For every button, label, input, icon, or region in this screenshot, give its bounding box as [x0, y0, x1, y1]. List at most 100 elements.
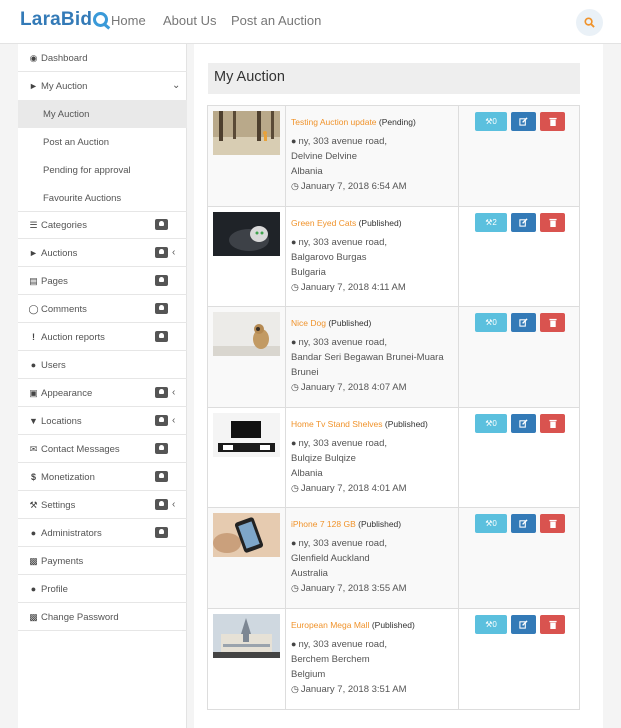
sidebar-item-categories[interactable]: ☰ Categories: [18, 211, 187, 239]
chevron-left-icon: ‹: [172, 387, 176, 398]
users-icon: ●: [30, 360, 37, 370]
auction-title-link[interactable]: iPhone 7 128 GB: [291, 519, 356, 529]
map-marker-icon: ●: [291, 136, 297, 146]
auction-thumbnail[interactable]: [213, 412, 280, 457]
clock-icon: ◷: [291, 482, 299, 493]
auction-thumbnail[interactable]: [213, 312, 280, 356]
sidebar-item-users[interactable]: ● Users: [18, 351, 187, 379]
auction-thumbnail[interactable]: [213, 513, 280, 557]
sidebar-item-dashboard[interactable]: ◉ Dashboard: [18, 44, 187, 72]
nav-post-auction[interactable]: Post an Auction: [231, 13, 321, 28]
megaphone-icon: ►: [29, 81, 38, 91]
bids-button[interactable]: ⚒0: [475, 112, 507, 131]
main-content: My Auction Testing Auction update (Pendi…: [194, 44, 603, 728]
actions-cell: ⚒2: [459, 207, 580, 307]
bids-button[interactable]: ⚒0: [475, 614, 507, 634]
sidebar-item-monetization[interactable]: $ Monetization: [18, 463, 187, 491]
tv-stand-image: [213, 412, 280, 457]
sidebar-item-my-auction[interactable]: ► My Auction ⌄: [18, 72, 187, 100]
auction-thumbnail[interactable]: [213, 111, 280, 155]
sidebar-item-contact-messages[interactable]: ✉ Contact Messages: [18, 435, 187, 463]
bids-button[interactable]: ⚒2: [475, 212, 507, 232]
clock-icon: ◷: [291, 683, 299, 694]
delete-button[interactable]: [540, 614, 565, 634]
nav-home[interactable]: Home: [111, 13, 146, 28]
edit-button[interactable]: [511, 112, 536, 131]
file-icon: ▤: [29, 276, 38, 286]
top-navbar: LaraBid Home About Us Post an Auction: [0, 0, 621, 44]
trash-icon: [548, 620, 557, 629]
edit-button[interactable]: [511, 413, 536, 433]
delete-button[interactable]: [540, 112, 565, 131]
sidebar-subitem-favourites[interactable]: Favourite Auctions: [18, 184, 187, 212]
sidebar-subitem-post-auction[interactable]: Post an Auction: [18, 128, 187, 156]
delete-button[interactable]: [540, 514, 565, 533]
sidebar-item-appearance[interactable]: ▣ Appearance ‹: [18, 379, 187, 407]
sidebar-item-comments[interactable]: ◯ Comments: [18, 295, 187, 323]
sidebar-item-profile[interactable]: ● Profile: [18, 575, 187, 603]
bids-button[interactable]: ⚒0: [475, 514, 507, 533]
actions-cell: ⚒0: [459, 106, 580, 206]
auction-info: Green Eyed Cats (Published) ● ny, 303 ave…: [286, 206, 459, 306]
comment-icon: ◯: [28, 304, 39, 314]
map-marker-icon: ●: [291, 236, 297, 247]
auctions-table: Testing Auction update (Pending) ● ny, 30…: [207, 105, 580, 710]
clock-icon: ◷: [291, 583, 299, 593]
thumbnail-cell: [208, 508, 286, 608]
bids-button[interactable]: ⚒0: [475, 413, 507, 433]
bids-button[interactable]: ⚒0: [475, 313, 507, 332]
dollar-icon: $: [30, 472, 36, 482]
table-row: Green Eyed Cats (Published) ● ny, 303 ave…: [208, 206, 580, 307]
user-badge-icon: [155, 471, 168, 482]
page-title: My Auction: [208, 63, 580, 94]
dashboard-icon: ◉: [29, 53, 38, 63]
edit-icon: [519, 419, 528, 428]
auction-info: Home Tv Stand Shelves (Published) ● ny, 3…: [286, 407, 459, 507]
sidebar-subitem-pending[interactable]: Pending for approval: [18, 156, 187, 184]
sidebar-item-payments[interactable]: ▩ Payments: [18, 547, 187, 575]
cat-image: [213, 211, 280, 256]
edit-button[interactable]: [511, 313, 536, 332]
brand-logo[interactable]: LaraBid: [20, 9, 109, 31]
actions-cell: ⚒0: [459, 307, 580, 407]
status-badge: (Published): [384, 418, 428, 429]
status-badge: (Published): [371, 619, 415, 630]
auction-title-link[interactable]: Testing Auction update: [291, 117, 377, 127]
delete-button[interactable]: [540, 413, 565, 433]
exclamation-icon: !: [32, 332, 35, 342]
auction-title-link[interactable]: Nice Dog: [291, 318, 326, 328]
auction-thumbnail[interactable]: [213, 613, 280, 658]
edit-button[interactable]: [511, 514, 536, 533]
delete-button[interactable]: [540, 212, 565, 232]
sidebar-item-auctions[interactable]: ► Auctions ‹: [18, 239, 187, 267]
dog-image: [213, 312, 280, 356]
sidebar-item-change-password[interactable]: ▩ Change Password: [18, 603, 187, 631]
search-button[interactable]: [576, 9, 603, 36]
actions-cell: ⚒0: [459, 508, 580, 608]
money-icon: ▩: [29, 556, 38, 566]
sidebar-item-pages[interactable]: ▤ Pages: [18, 267, 187, 295]
table-row: iPhone 7 128 GB (Published) ● ny, 303 ave…: [208, 508, 579, 609]
auction-title-link[interactable]: European Mega Mall: [291, 620, 369, 630]
delete-button[interactable]: [540, 313, 565, 332]
nav-about[interactable]: About Us: [163, 13, 216, 28]
edit-button[interactable]: [511, 212, 536, 232]
sidebar-item-administrators[interactable]: ● Administrators: [18, 519, 187, 547]
user-badge-icon: [155, 219, 168, 230]
sidebar-item-settings[interactable]: ⚒ Settings ‹: [18, 491, 187, 519]
thumbnail-cell: [208, 106, 286, 206]
user-badge-icon: [155, 275, 168, 286]
sidebar-item-locations[interactable]: ▼ Locations ‹: [18, 407, 187, 435]
map-marker-icon: ●: [291, 538, 297, 548]
sidebar-item-auction-reports[interactable]: ! Auction reports: [18, 323, 187, 351]
table-row: Testing Auction update (Pending) ● ny, 30…: [208, 106, 579, 207]
sidebar-subitem-my-auction[interactable]: My Auction: [18, 100, 187, 128]
edit-button[interactable]: [511, 614, 536, 634]
auction-title-link[interactable]: Home Tv Stand Shelves: [291, 419, 383, 429]
auction-title-link[interactable]: Green Eyed Cats: [291, 218, 356, 228]
auction-info: Testing Auction update (Pending) ● ny, 30…: [286, 106, 459, 206]
monitor-icon: ▣: [29, 388, 38, 398]
status-badge: (Pending): [378, 117, 416, 127]
auction-thumbnail[interactable]: [213, 211, 280, 256]
envelope-icon: ✉: [29, 444, 38, 454]
